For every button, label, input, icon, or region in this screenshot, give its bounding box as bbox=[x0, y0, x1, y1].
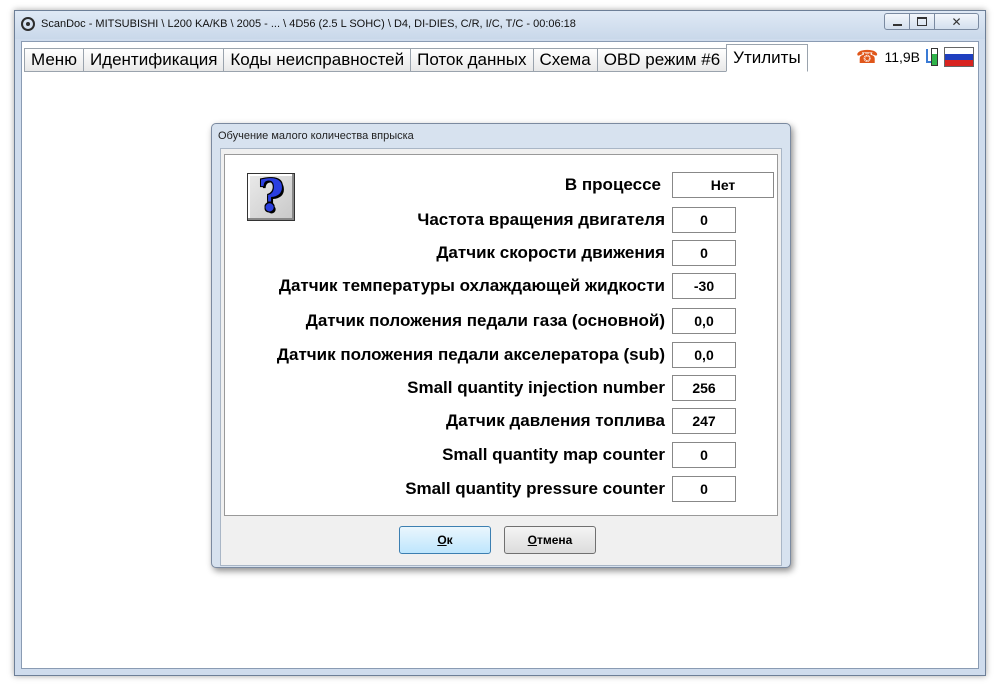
tab-obd-mode-6[interactable]: OBD режим #6 bbox=[596, 48, 728, 72]
voltage-readout: 11,9В bbox=[884, 49, 920, 65]
minimize-icon bbox=[892, 23, 902, 26]
param-row-fuel-pressure: Датчик давления топлива 247 bbox=[225, 408, 779, 434]
russia-flag-icon[interactable] bbox=[944, 47, 974, 67]
tab-menu[interactable]: Меню bbox=[24, 48, 84, 72]
injection-learning-dialog: Обучение малого количества впрыска ? В п… bbox=[211, 123, 791, 568]
tab-scheme[interactable]: Схема bbox=[532, 48, 598, 72]
battery-plug-icon bbox=[926, 47, 938, 67]
param-row-accel-pedal-main: Датчик положения педали газа (основной) … bbox=[225, 308, 779, 334]
param-row-vehicle-speed: Датчик скорости движения 0 bbox=[225, 240, 779, 266]
param-label: Small quantity map counter bbox=[442, 445, 665, 464]
app-icon bbox=[21, 17, 35, 31]
param-value: 0 bbox=[672, 442, 736, 468]
parameters-panel: ? В процессе Нет Частота вращения двигат… bbox=[224, 154, 778, 516]
param-value: 256 bbox=[672, 375, 736, 401]
maximize-icon bbox=[917, 17, 927, 26]
tab-data-stream[interactable]: Поток данных bbox=[410, 48, 534, 72]
status-area: ☎ 11,9В bbox=[856, 44, 974, 70]
param-row-in-progress: В процессе Нет bbox=[225, 172, 779, 198]
tab-identification[interactable]: Идентификация bbox=[82, 48, 225, 72]
close-icon: ✕ bbox=[951, 14, 962, 29]
tab-trouble-codes[interactable]: Коды неисправностей bbox=[223, 48, 412, 72]
param-label: Датчик положения педали акселератора (su… bbox=[276, 345, 665, 364]
param-value: 0 bbox=[672, 207, 736, 233]
minimize-button[interactable] bbox=[884, 13, 910, 30]
param-label: В процессе bbox=[564, 175, 661, 194]
param-label: Датчик скорости движения bbox=[436, 243, 665, 262]
param-row-engine-speed: Частота вращения двигателя 0 bbox=[225, 207, 779, 233]
phone-icon: ☎ bbox=[856, 46, 879, 67]
ok-button[interactable]: Ок bbox=[399, 526, 491, 554]
param-label: Датчик давления топлива bbox=[446, 411, 665, 430]
title-bar[interactable]: ScanDoc - MITSUBISHI \ L200 KA/KB \ 2005… bbox=[15, 11, 985, 39]
param-row-pressure-counter: Small quantity pressure counter 0 bbox=[225, 476, 779, 502]
param-value: 0,0 bbox=[672, 308, 736, 334]
dialog-title: Обучение малого количества впрыска bbox=[218, 130, 414, 142]
close-button[interactable]: ✕ bbox=[935, 13, 979, 30]
param-value: 247 bbox=[672, 408, 736, 434]
dialog-body: ? В процессе Нет Частота вращения двигат… bbox=[220, 148, 782, 566]
window-title: ScanDoc - MITSUBISHI \ L200 KA/KB \ 2005… bbox=[41, 18, 576, 30]
param-label: Частота вращения двигателя bbox=[417, 210, 665, 229]
cancel-button[interactable]: Отмена bbox=[504, 526, 596, 554]
tab-utilities[interactable]: Утилиты bbox=[726, 44, 808, 72]
param-label: Датчик температуры охлаждающей жидкости bbox=[278, 276, 665, 295]
param-value: 0 bbox=[672, 240, 736, 266]
param-label: Small quantity injection number bbox=[407, 378, 665, 397]
param-row-coolant-temp: Датчик температуры охлаждающей жидкости … bbox=[225, 273, 779, 299]
tab-bar: Меню Идентификация Коды неисправностей П… bbox=[24, 44, 978, 72]
maximize-button[interactable] bbox=[910, 13, 935, 30]
param-value: 0,0 bbox=[672, 342, 736, 368]
param-row-injection-number: Small quantity injection number 256 bbox=[225, 375, 779, 401]
param-label: Датчик положения педали газа (основной) bbox=[305, 311, 665, 330]
param-value: 0 bbox=[672, 476, 736, 502]
window-controls: ✕ bbox=[884, 13, 979, 30]
param-row-map-counter: Small quantity map counter 0 bbox=[225, 442, 779, 468]
param-row-accel-pedal-sub: Датчик положения педали акселератора (su… bbox=[225, 342, 779, 368]
param-label: Small quantity pressure counter bbox=[405, 479, 665, 498]
param-value: Нет bbox=[672, 172, 774, 198]
param-value: -30 bbox=[672, 273, 736, 299]
